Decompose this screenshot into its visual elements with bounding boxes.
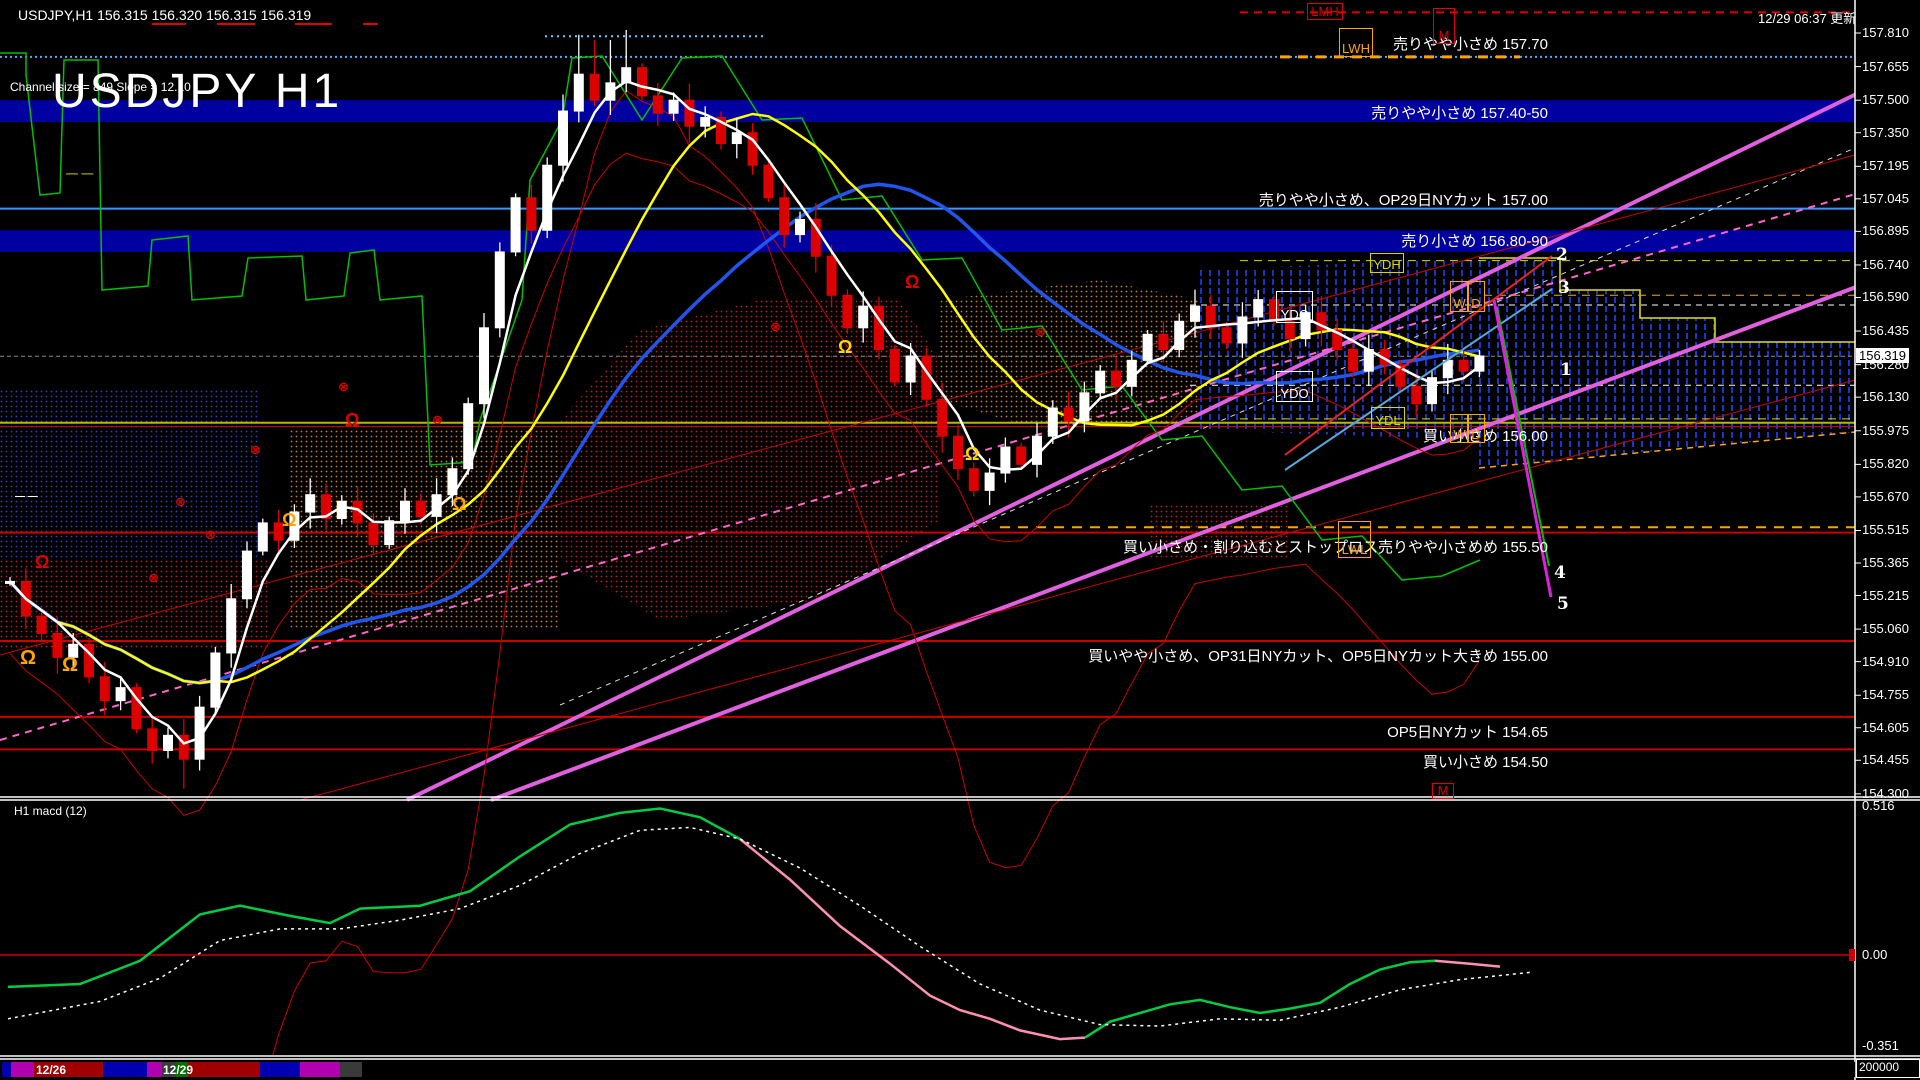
date-label: 12/26 [36,1063,66,1077]
price-tick: 157.810 [1862,25,1909,40]
price-tick: 154.755 [1862,687,1909,702]
trade-note: 売りやや小さめ 157.70 [1393,33,1548,54]
wave-number-1: 1 [1560,360,1572,380]
signal-marker: ⊗ [432,413,443,426]
session-segment [188,1062,260,1077]
wave-number-5: 5 [1557,594,1569,614]
price-tick: 155.365 [1862,555,1909,570]
price-tick: 156.895 [1862,223,1909,238]
session-segment [2,1062,11,1077]
price-tick: 154.455 [1862,752,1909,767]
price-tick: 155.975 [1862,423,1909,438]
price-tick: 157.350 [1862,125,1909,140]
trade-note: 売り小さめ 156.80-90 [1401,230,1548,251]
price-tick: 155.820 [1862,456,1909,471]
signal-marker: Ω [62,655,78,675]
price-tick: 156.590 [1862,289,1909,304]
ohlc-underline [363,23,378,25]
macd-tick: -0.351 [1862,1038,1899,1053]
price-tick: 157.655 [1862,59,1909,74]
trade-note: 買い小さめ 156.00 [1423,425,1548,446]
session-segment [103,1062,147,1077]
price-tick: 156.130 [1862,389,1909,404]
signal-marker: ⊗ [1035,325,1046,338]
channel-info: Channel size = 849 Slope = 12.10 [10,80,191,94]
volume-scale-label: 200000 [1856,1059,1920,1078]
signal-marker: Ω [282,511,296,529]
session-segment [260,1062,300,1077]
price-tick: 154.605 [1862,720,1909,735]
signal-marker: — — [66,167,93,179]
session-segment [147,1062,162,1077]
ohlc-underline [152,23,186,25]
trade-note: OP5日NYカット 154.65 [1387,721,1548,742]
ohlc-underline [217,23,255,25]
price-tick: 154.910 [1862,654,1909,669]
trade-note: 買い小さめ・割り込むとストップロス売りやや小さめめ 155.50 [1123,536,1548,557]
price-tick: 155.060 [1862,621,1909,636]
price-tick: 156.740 [1862,257,1909,272]
price-tick: 157.500 [1862,92,1909,107]
session-timeline[interactable]: 12/26 12/29 [0,1062,1855,1077]
price-tick: 156.435 [1862,323,1909,338]
level-box-ydh[interactable]: YDH [1370,253,1404,273]
level-box-lwh[interactable]: LWH [1339,28,1373,57]
level-box-m[interactable]: M [1432,783,1454,799]
level-box-ydo[interactable]: YDO [1276,371,1313,402]
chart-canvas[interactable] [0,0,1920,1080]
level-box-ydl[interactable]: YDL [1371,407,1405,429]
level-box-m[interactable]: M [1433,8,1455,44]
macd-tick: 0.00 [1862,947,1887,962]
signal-marker: Ω [838,338,852,356]
trade-note: 買い小さめ 154.50 [1423,751,1548,772]
level-box-ydc[interactable]: YDC [1276,291,1313,323]
wave-number-4: 4 [1554,563,1566,583]
session-segment [11,1062,34,1077]
level-box-d[interactable]: D [1467,414,1485,443]
date-label: 12/29 [163,1063,193,1077]
price-tick: 157.045 [1862,191,1909,206]
current-price-tag: 156.319 [1856,348,1909,363]
chart-window: USDJPY H1 USDJPY,H1 156.315 156.320 156.… [0,0,1920,1080]
macd-tick: 0.516 [1862,798,1895,813]
plot-area [0,12,1920,1080]
signal-marker: — — [15,492,38,502]
signal-marker: ⊗ [250,443,261,456]
price-tick: 155.215 [1862,588,1909,603]
trade-note: 売りやや小さめ 157.40-50 [1371,102,1548,123]
wave-number-3: 3 [1558,278,1570,298]
signal-marker: ⊗ [175,495,186,508]
signal-marker: Ω [905,273,919,291]
price-tick: 155.515 [1862,522,1909,537]
signal-marker: ⊗ [205,528,216,541]
level-box-lwl[interactable]: LWL [1338,521,1371,558]
level-box-lmh[interactable]: LMH [1307,3,1343,20]
macd-indicator-label: H1 macd (12) [14,804,87,818]
signal-marker: Ω [20,648,36,668]
session-segment [300,1062,340,1077]
trade-note: 売りやや小さめ、OP29日NYカット 157.00 [1259,189,1548,210]
signal-marker: Ω [35,553,49,571]
price-tick: 155.670 [1862,489,1909,504]
signal-marker: ⊗ [770,320,781,333]
signal-marker: Ω [452,495,466,513]
level-box-d[interactable]: D [1467,281,1485,312]
updated-timestamp: 12/29 06:37 更新 [1758,8,1856,27]
ohlc-underline [295,23,332,25]
price-tick: 157.195 [1862,158,1909,173]
wave-number-2: 2 [1556,245,1568,265]
ohlc-readout: USDJPY,H1 156.315 156.320 156.315 156.31… [18,7,311,23]
signal-marker: Ω [345,411,359,429]
signal-marker: ⊗ [338,380,349,393]
signal-marker: Ω [965,445,979,463]
signal-marker: ⊗ [148,571,159,584]
trade-note: 買いやや小さめ、OP31日NYカット、OP5日NYカット大きめ 155.00 [1088,645,1548,666]
session-segment [340,1062,362,1077]
